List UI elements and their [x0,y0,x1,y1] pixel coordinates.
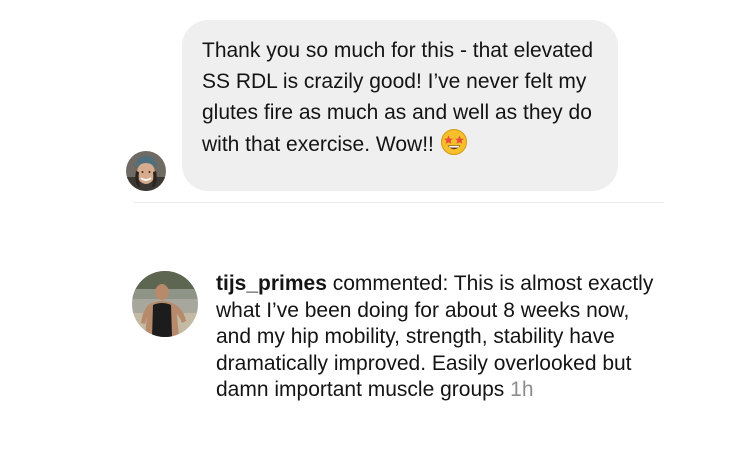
sender-avatar-icon[interactable] [126,151,166,191]
comment-block: tijs_primes commented: This is almost ex… [216,271,656,404]
commenter-avatar-icon[interactable] [132,271,198,337]
notification-screen: Thank you so much for this - that elevat… [0,0,750,450]
comment-action: commented: [332,272,449,295]
comment-timestamp: 1h [510,378,534,401]
message-text: Thank you so much for this - that elevat… [202,39,594,156]
comment-username[interactable]: tijs_primes [216,272,327,295]
message-bubble[interactable]: Thank you so much for this - that elevat… [182,20,618,191]
divider [134,202,664,203]
star-struck-emoji-icon [440,128,468,156]
